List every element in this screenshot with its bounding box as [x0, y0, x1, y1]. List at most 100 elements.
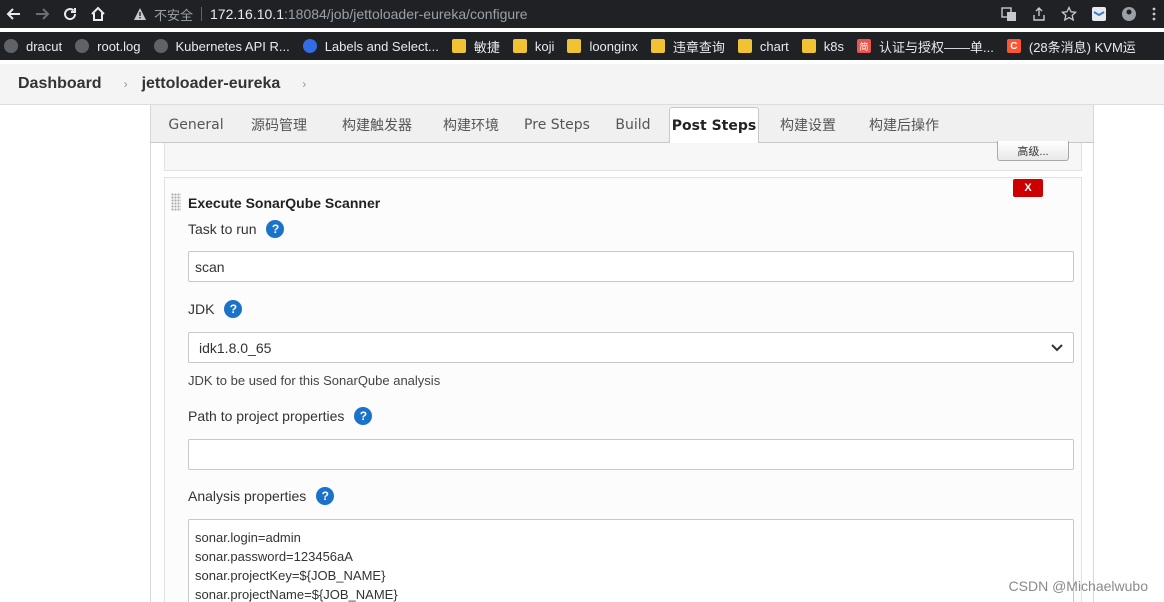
- bookmark-item[interactable]: dracut: [0, 32, 71, 60]
- address-bar[interactable]: 不安全 172.16.10.1:18084/job/jettoloader-eu…: [132, 2, 962, 26]
- tab-post-build-actions[interactable]: 构建后操作: [857, 107, 951, 143]
- reload-icon: [64, 8, 77, 21]
- warning-icon: [132, 6, 148, 22]
- task-to-run-input[interactable]: scan: [188, 251, 1074, 282]
- url-path: :18084/job/jettoloader-eureka/configure: [283, 6, 528, 22]
- chevron-down-icon: [1051, 343, 1063, 351]
- chevron-right-icon[interactable]: ›: [302, 77, 306, 91]
- watermark: CSDN @Michaelwubo: [1008, 578, 1148, 594]
- bookmark-star-icon[interactable]: [1054, 0, 1084, 28]
- tab-build-triggers[interactable]: 构建触发器: [329, 107, 425, 143]
- bookmark-item[interactable]: C (28条消息) KVM运: [1003, 32, 1145, 60]
- home-icon: [91, 6, 105, 21]
- analysis-property-line: sonar.login=admin: [195, 530, 301, 545]
- kubernetes-icon: [302, 39, 317, 53]
- breadcrumb: Dashboard › jettoloader-eureka ›: [0, 64, 1164, 105]
- config-form: 高级... X Execute SonarQube Scanner Task t…: [150, 141, 1094, 602]
- share-icon[interactable]: [1024, 0, 1054, 28]
- bookmark-label: root.log: [97, 38, 141, 54]
- task-to-run-label: Task to run ?: [188, 220, 285, 238]
- bookmark-item[interactable]: Labels and Select...: [299, 32, 448, 60]
- analysis-properties-text: Analysis properties: [188, 488, 307, 504]
- bookmarks-bar: dracut root.log Kubernetes API R... Labe…: [0, 32, 1164, 60]
- translate-icon[interactable]: [994, 0, 1024, 28]
- previous-step-box: 高级...: [164, 141, 1082, 171]
- jdk-hint: JDK to be used for this SonarQube analys…: [188, 373, 441, 388]
- tab-build-settings[interactable]: 构建设置: [767, 107, 849, 143]
- extension-icon[interactable]: [1084, 0, 1114, 28]
- globe-icon: [153, 39, 168, 53]
- bookmark-folder[interactable]: 敏捷: [448, 32, 509, 60]
- reload-button[interactable]: [56, 0, 84, 28]
- analysis-properties-label: Analysis properties ?: [188, 487, 335, 505]
- globe-icon: [4, 39, 18, 53]
- bookmark-label: k8s: [823, 38, 845, 54]
- tab-build[interactable]: Build: [605, 107, 661, 143]
- drag-handle-icon[interactable]: [171, 193, 181, 211]
- bookmark-label: Kubernetes API R...: [175, 38, 290, 54]
- folder-icon: [512, 39, 527, 53]
- bookmark-label: Labels and Select...: [324, 38, 439, 54]
- folder-icon: [567, 39, 582, 53]
- bookmark-folder[interactable]: k8s: [798, 32, 853, 60]
- forward-arrow-icon: [36, 8, 50, 20]
- tab-post-steps[interactable]: Post Steps: [669, 107, 759, 144]
- profile-avatar-icon[interactable]: [1114, 0, 1144, 28]
- path-properties-input[interactable]: [188, 439, 1074, 470]
- bookmark-label: koji: [534, 38, 555, 54]
- delete-step-button[interactable]: X: [1013, 179, 1043, 197]
- sonarqube-scanner-step: X Execute SonarQube Scanner Task to run …: [164, 177, 1082, 602]
- task-to-run-text: Task to run: [188, 221, 257, 237]
- chevron-right-icon[interactable]: ›: [124, 77, 128, 91]
- bookmark-label: loonginx: [589, 38, 638, 54]
- step-title: Execute SonarQube Scanner: [188, 195, 381, 211]
- jdk-selected-value: idk1.8.0_65: [199, 339, 272, 356]
- help-icon[interactable]: ?: [316, 487, 335, 505]
- bookmark-item[interactable]: root.log: [71, 32, 149, 60]
- analysis-property-line: sonar.projectName=${JOB_NAME}: [195, 587, 398, 602]
- globe-icon: [75, 39, 90, 53]
- bookmark-folder[interactable]: koji: [509, 32, 564, 60]
- home-button[interactable]: [84, 0, 112, 28]
- url-host: 172.16.10.1: [210, 6, 284, 22]
- bookmark-item[interactable]: 简认证与授权——单...: [853, 32, 1003, 60]
- help-icon[interactable]: ?: [266, 220, 285, 238]
- tab-source-management[interactable]: 源码管理: [239, 107, 319, 143]
- bookmark-folder[interactable]: loonginx: [563, 32, 646, 60]
- toolbar-actions: [994, 0, 1164, 28]
- browser-toolbar: 不安全 172.16.10.1:18084/job/jettoloader-eu…: [0, 0, 1164, 28]
- jdk-label: JDK ?: [188, 300, 243, 318]
- folder-icon: [737, 39, 752, 53]
- back-button[interactable]: [0, 0, 28, 28]
- bookmark-folder[interactable]: chart: [734, 32, 798, 60]
- jdk-text: JDK: [188, 301, 215, 317]
- config-tab-bar: General 源码管理 构建触发器 构建环境 Pre Steps Build …: [150, 105, 1094, 144]
- analysis-property-line: sonar.password=123456aA: [195, 549, 353, 564]
- folder-icon: [801, 39, 816, 53]
- analysis-properties-textarea[interactable]: sonar.login=admin sonar.password=123456aA…: [188, 519, 1074, 602]
- bookmark-item[interactable]: Kubernetes API R...: [150, 32, 299, 60]
- menu-dots-icon[interactable]: [1144, 0, 1164, 28]
- analysis-property-line: sonar.projectKey=${JOB_NAME}: [195, 568, 386, 583]
- bookmark-label: (28条消息) KVM运: [1028, 39, 1136, 55]
- breadcrumb-dashboard[interactable]: Dashboard: [0, 75, 102, 93]
- advanced-button[interactable]: 高级...: [997, 141, 1069, 161]
- bookmark-label: chart: [759, 38, 789, 54]
- csdn-icon: C: [1006, 39, 1021, 53]
- tab-general[interactable]: General: [159, 107, 233, 143]
- help-icon[interactable]: ?: [224, 300, 243, 318]
- bookmark-label: 违章查询: [672, 39, 725, 55]
- tab-build-environment[interactable]: 构建环境: [431, 107, 511, 143]
- address-separator: [201, 7, 203, 21]
- jian-icon: 简: [857, 39, 872, 53]
- breadcrumb-job[interactable]: jettoloader-eureka: [142, 75, 281, 93]
- bookmark-label: 敏捷: [473, 39, 500, 55]
- bookmark-label: 认证与授权——单...: [879, 39, 994, 55]
- help-icon[interactable]: ?: [354, 407, 373, 425]
- bookmark-folder[interactable]: 违章查询: [647, 32, 734, 60]
- jdk-select[interactable]: idk1.8.0_65: [188, 332, 1074, 363]
- path-properties-label: Path to project properties ?: [188, 407, 373, 425]
- path-properties-text: Path to project properties: [188, 408, 345, 424]
- forward-button[interactable]: [28, 0, 56, 28]
- tab-pre-steps[interactable]: Pre Steps: [519, 107, 595, 143]
